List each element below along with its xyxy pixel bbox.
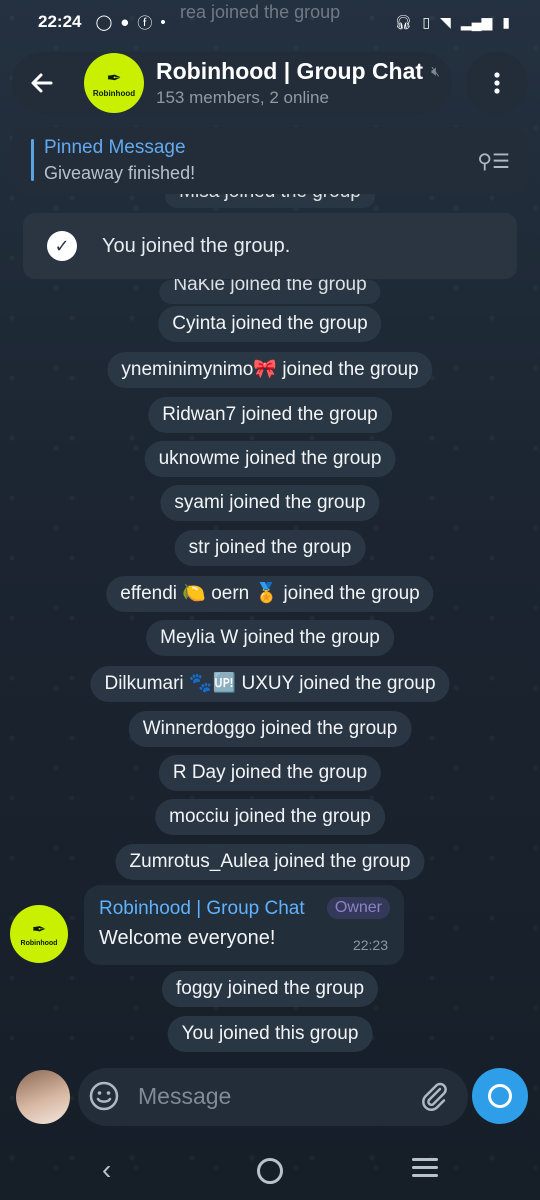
service-message: NaKie joined the group (159, 275, 381, 304)
chat-bubble-icon: ◯ (95, 14, 113, 31)
chat-subtitle: 153 members, 2 online (156, 88, 329, 107)
camera-icon (488, 1084, 512, 1108)
system-icons: 🎧︎ ▯ ◥ ▂▄▆ ▮ (395, 14, 510, 31)
sender-avatar[interactable]: ✒ Robinhood (10, 905, 68, 963)
toast-text: You joined the group. (102, 234, 291, 257)
message-time: 22:23 (352, 937, 388, 953)
battery-icon: ▮ (502, 13, 510, 30)
kebab-menu-icon (494, 72, 500, 94)
service-message: uknowme joined the group (144, 441, 396, 477)
camera-button[interactable] (472, 1068, 528, 1124)
facebook-icon: ⓕ (137, 14, 153, 32)
pinned-text: Giveaway finished! (44, 163, 196, 183)
message-text: Welcome everyone! (99, 927, 276, 949)
muted-icon: 🔇︎ (431, 63, 440, 79)
message-bubble[interactable]: Robinhood | Group Chat Owner Welcome eve… (84, 885, 404, 965)
pinned-title: Pinned Message (44, 137, 186, 158)
feather-icon: ✒ (31, 920, 47, 939)
nav-back-icon[interactable]: ‹ (102, 1154, 111, 1186)
pinned-indicator (31, 139, 34, 181)
nav-recents-icon[interactable] (412, 1158, 438, 1182)
clock: 22:24 (38, 12, 82, 31)
service-message: Zumrotus_Aulea joined the group (115, 844, 425, 880)
status-bar: 22:24 ◯ ● ⓕ • rea joined the group 🎧︎ ▯ … (0, 0, 540, 44)
more-menu-button[interactable] (466, 52, 528, 114)
service-message: You joined this group (167, 1016, 373, 1052)
service-message: Meylia W joined the group (146, 620, 394, 656)
ghost-service-message: rea joined the group (180, 2, 341, 22)
user-avatar[interactable] (16, 1070, 70, 1124)
service-message: effendi 🍋 oern 🏅 joined the group (106, 576, 434, 612)
message-input-container: Message (78, 1068, 468, 1126)
feather-icon: ✒ (106, 67, 122, 88)
owner-badge: Owner (326, 897, 390, 919)
arrow-left-icon (31, 73, 53, 93)
service-message: R Day joined the group (158, 755, 382, 791)
service-message: yneminimynimo🎀 joined the group (107, 352, 433, 388)
wifi-icon: ◥ (440, 13, 451, 30)
message-sender[interactable]: Robinhood | Group Chat (99, 898, 305, 920)
joined-toast: ✓ You joined the group. (23, 213, 517, 279)
service-message: foggy joined the group (161, 971, 379, 1007)
notification-icons: ◯ ● ⓕ • (95, 12, 165, 33)
vibrate-icon: ▯ (422, 13, 431, 30)
service-message: Winnerdoggo joined the group (128, 711, 412, 747)
dot-icon: • (160, 13, 166, 31)
service-message: Dilkumari 🐾🆙 UXUY joined the group (90, 666, 450, 702)
headphones-icon: 🎧︎ (394, 13, 413, 30)
chat-header: ✒ Robinhood Robinhood | Group Chat 🔇︎ 15… (12, 52, 452, 114)
composer: Message (0, 1068, 540, 1128)
pin-list-icon[interactable]: ⚲☰ (477, 149, 510, 174)
header-info[interactable]: Robinhood | Group Chat 🔇︎ 153 members, 2… (156, 58, 440, 108)
sender-avatar-label: Robinhood (20, 940, 58, 947)
back-button[interactable] (14, 55, 70, 111)
paperclip-icon[interactable] (418, 1080, 450, 1112)
service-message: Ridwan7 joined the group (148, 397, 392, 433)
system-navigation-bar: ‹ (0, 1130, 540, 1200)
service-message: mocciu joined the group (155, 799, 385, 835)
group-avatar-label: Robinhood (92, 88, 136, 98)
emoji-icon[interactable] (88, 1080, 120, 1112)
service-message: syami joined the group (160, 485, 380, 521)
signal-icon: ▂▄▆ (460, 13, 493, 30)
pinned-message-bar[interactable]: Pinned Message Giveaway finished! ⚲☰ (12, 127, 528, 194)
chat-title: Robinhood | Group Chat (156, 58, 424, 84)
message-input[interactable]: Message (138, 1083, 231, 1110)
messenger-icon: ● (120, 13, 130, 31)
check-icon: ✓ (47, 231, 77, 261)
nav-home-icon[interactable] (257, 1158, 283, 1184)
service-message: Cyinta joined the group (158, 306, 382, 342)
service-message: str joined the group (174, 530, 366, 566)
group-avatar[interactable]: ✒ Robinhood (84, 53, 144, 113)
